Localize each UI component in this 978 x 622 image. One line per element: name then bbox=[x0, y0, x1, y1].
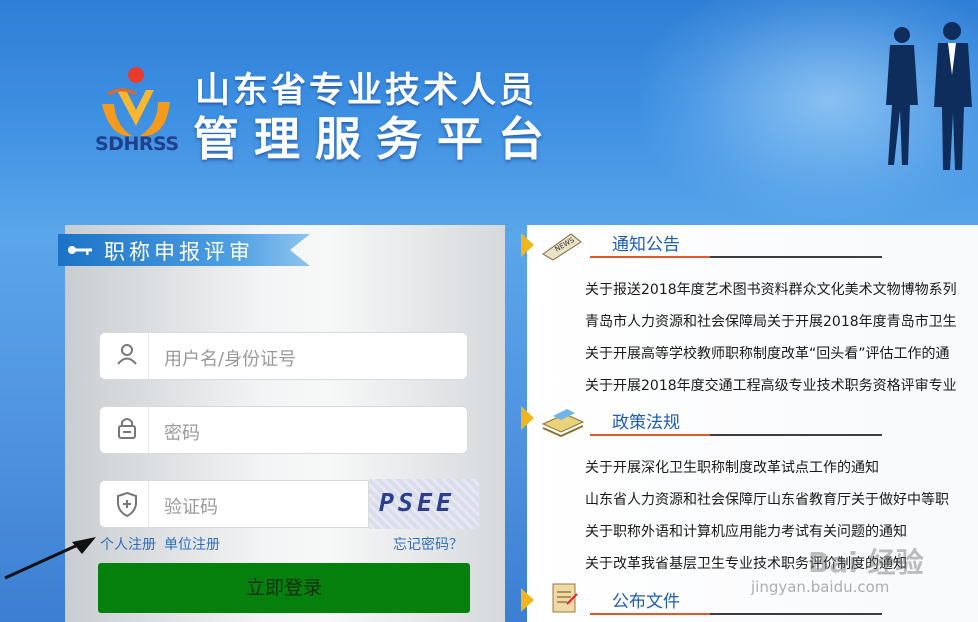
news-item[interactable]: 青岛市人力资源和社会保障局关于开展2018年度青岛市卫生 bbox=[585, 311, 957, 331]
policy-item[interactable]: 关于职称外语和计算机应用能力考试有关问题的通知 bbox=[585, 521, 907, 541]
captcha-field[interactable]: 验证码 bbox=[99, 480, 369, 528]
site-title-line2: 管理服务平台 bbox=[193, 112, 559, 166]
password-input[interactable]: 密码 bbox=[164, 419, 200, 445]
watermark-url: jingyan.baidu.com bbox=[751, 578, 890, 596]
username-input[interactable]: 用户名/身份证号 bbox=[164, 345, 296, 371]
shield-icon bbox=[117, 491, 137, 518]
section-marker bbox=[521, 588, 534, 612]
policy-item[interactable]: 山东省人力资源和社会保障厅山东省教育厅关于做好中等职 bbox=[585, 489, 949, 509]
policy-item[interactable]: 关于开展深化卫生职称制度改革试点工作的通知 bbox=[585, 457, 879, 477]
login-button[interactable]: 立即登录 bbox=[98, 563, 470, 613]
captcha-input[interactable]: 验证码 bbox=[164, 493, 218, 519]
section-title: 职称申报评审 bbox=[104, 240, 254, 264]
header: SDHRSS 山东省专业技术人员 管理服务平台 bbox=[0, 0, 978, 225]
password-field[interactable]: 密码 bbox=[99, 406, 468, 454]
field-separator bbox=[148, 407, 149, 453]
field-separator bbox=[148, 333, 149, 379]
captcha-image[interactable]: PSEE bbox=[369, 479, 479, 529]
lock-icon bbox=[118, 418, 136, 439]
section-underline bbox=[590, 434, 882, 436]
username-field[interactable]: 用户名/身份证号 bbox=[99, 332, 468, 380]
business-people-illustration-icon bbox=[886, 22, 972, 170]
document-icon bbox=[552, 583, 578, 613]
section-title-policies[interactable]: 政策法规 bbox=[612, 408, 680, 433]
section-marker bbox=[521, 406, 534, 430]
news-item[interactable]: 关于开展2018年度交通工程高级专业技术职务资格评审专业 bbox=[585, 375, 957, 395]
books-icon bbox=[541, 409, 585, 438]
captcha-text: PSEE bbox=[379, 488, 456, 517]
watermark-brand: Bai 经验 bbox=[808, 546, 924, 579]
unit-register-link[interactable]: 单位注册 bbox=[164, 534, 220, 554]
section-title-published-files[interactable]: 公布文件 bbox=[612, 587, 680, 612]
news-item[interactable]: 关于开展高等学校教师职称制度改革“回头看”评估工作的通 bbox=[585, 343, 950, 363]
user-icon bbox=[117, 344, 137, 365]
logo-text: SDHRSS bbox=[95, 133, 179, 155]
section-underline bbox=[590, 613, 882, 615]
field-separator bbox=[148, 481, 149, 527]
forgot-password-link[interactable]: 忘记密码？ bbox=[393, 534, 463, 554]
news-item[interactable]: 关于报送2018年度艺术图书资料群众文化美术文物博物系列 bbox=[585, 279, 957, 299]
annotation-arrow-icon bbox=[4, 537, 96, 580]
